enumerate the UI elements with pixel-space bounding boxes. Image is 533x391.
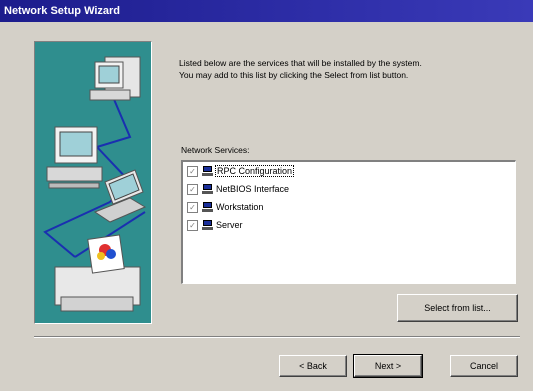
list-item-label: NetBIOS Interface (216, 184, 290, 194)
instructions-line: Listed below are the services that will … (179, 58, 422, 68)
check-mark-icon[interactable]: ✓ (187, 183, 198, 195)
list-item-workstation[interactable]: ✓ Workstation (183, 198, 515, 216)
instructions-text: Listed below are the services that will … (179, 57, 519, 81)
instructions-line: You may add to this list by clicking the… (179, 70, 409, 80)
next-button[interactable]: Next > (353, 354, 423, 378)
list-item-label: Server (216, 220, 243, 230)
back-button[interactable]: < Back (279, 355, 347, 377)
network-setup-wizard-window: Network Setup Wizard Listed below are th… (0, 0, 533, 391)
list-item-rpc-configuration[interactable]: ✓ RPC Configuration (183, 162, 515, 180)
check-mark-icon[interactable]: ✓ (187, 165, 198, 177)
network-illustration (34, 41, 152, 324)
computer-icon (46, 126, 103, 189)
network-services-list[interactable]: ✓ RPC Configuration ✓ NetBIOS Interface … (181, 160, 516, 284)
list-item-server[interactable]: ✓ Server (183, 216, 515, 234)
network-cable (96, 96, 132, 148)
cancel-button[interactable]: Cancel (450, 355, 518, 377)
list-item-label: RPC Configuration (214, 165, 295, 177)
select-from-list-button[interactable]: Select from list... (397, 294, 518, 322)
list-item-label: Workstation (216, 202, 264, 212)
network-computers-illustration (43, 56, 147, 312)
check-mark-icon[interactable]: ✓ (187, 219, 198, 231)
check-mark-icon[interactable]: ✓ (187, 201, 198, 213)
network-computer-icon (202, 220, 213, 230)
printer-icon (54, 234, 141, 312)
network-computer-icon (202, 202, 213, 212)
network-services-label: Network Services: (181, 145, 250, 155)
computer-icon (89, 56, 141, 101)
title-bar: Network Setup Wizard (0, 0, 533, 22)
list-item-netbios-interface[interactable]: ✓ NetBIOS Interface (183, 180, 515, 198)
network-computer-icon (202, 166, 213, 176)
network-computer-icon (202, 184, 213, 194)
separator (34, 336, 520, 338)
